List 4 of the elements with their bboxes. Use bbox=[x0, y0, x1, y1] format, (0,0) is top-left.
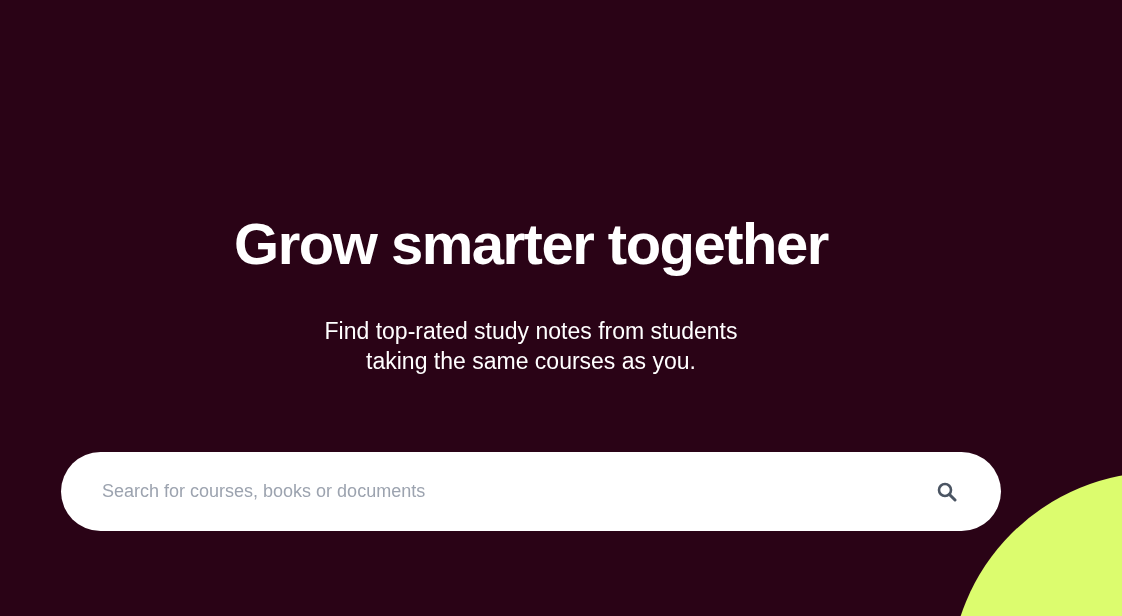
search-field[interactable]: Search for courses, books or documents bbox=[61, 452, 1001, 531]
search-icon[interactable] bbox=[937, 482, 957, 502]
hero-subtitle: Find top-rated study notes from students taking the same courses as you. bbox=[324, 317, 738, 376]
hero-title: Grow smarter together bbox=[234, 210, 828, 278]
